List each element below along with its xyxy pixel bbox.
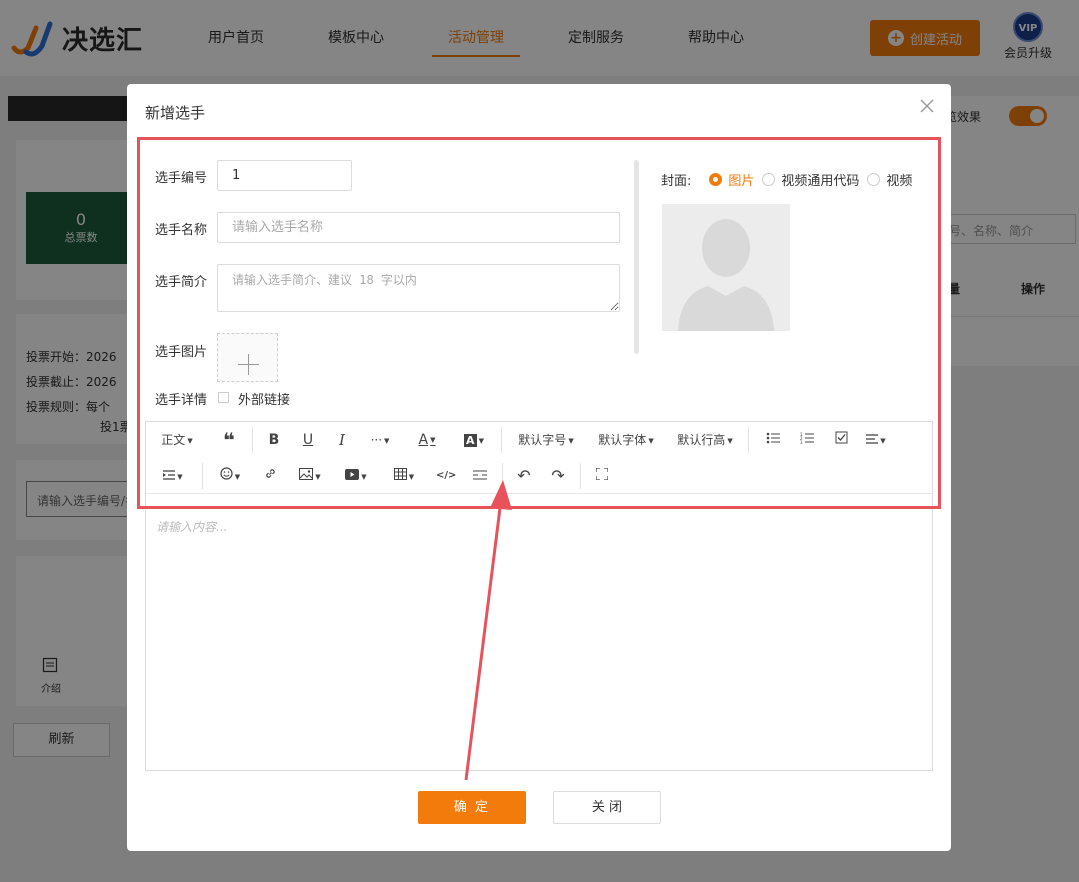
- paragraph-format-label: 正文: [161, 433, 186, 447]
- toolbar-separator: [501, 427, 502, 453]
- toolbar-separator: [502, 463, 503, 489]
- toolbar-separator: [252, 427, 253, 453]
- font-size-dropdown[interactable]: 默认字号 ▼: [516, 423, 576, 457]
- align-dropdown-icon[interactable]: ▼: [862, 423, 890, 457]
- paragraph-format-dropdown[interactable]: 正文 ▼: [156, 423, 198, 457]
- image-insert-icon[interactable]: ▼: [296, 459, 324, 493]
- more-styles-dropdown[interactable]: ··· ▼: [366, 423, 394, 457]
- player-name-input[interactable]: [217, 212, 620, 243]
- cover-option-image-label: 图片: [728, 174, 755, 189]
- player-name-label: 选手名称: [155, 223, 208, 238]
- cover-option-video[interactable]: 视频: [867, 170, 912, 189]
- code-icon[interactable]: </>: [436, 459, 456, 493]
- link-icon[interactable]: [260, 459, 280, 493]
- toolbar-separator: [748, 427, 749, 453]
- player-number-label: 选手编号: [155, 171, 208, 186]
- redo-icon[interactable]: ↷: [548, 459, 568, 493]
- indent-dropdown-icon[interactable]: ▼: [158, 459, 188, 493]
- cover-option-video-label: 视频: [886, 174, 913, 189]
- player-number-input[interactable]: [217, 160, 352, 191]
- editor-content-area[interactable]: 请输入内容...: [156, 518, 227, 535]
- radio-checked-icon: [709, 173, 723, 186]
- toolbar-separator: [580, 463, 581, 489]
- italic-icon[interactable]: I: [332, 423, 352, 457]
- table-insert-icon[interactable]: ▼: [390, 459, 418, 493]
- close-icon[interactable]: [919, 98, 935, 114]
- line-height-dropdown[interactable]: 默认行高 ▼: [675, 423, 735, 457]
- undo-icon[interactable]: ↶: [514, 459, 534, 493]
- emoji-icon[interactable]: ▼: [216, 459, 244, 493]
- rich-text-editor: 正文 ▼ ❝ B U I ··· ▼ A ▼ A ▼ 默认字号 ▼ 默认字体 ▼ 默认行高 ▼…: [145, 421, 933, 771]
- external-link-label: 外部链接: [238, 393, 291, 408]
- close-button[interactable]: 关 闭: [553, 791, 661, 824]
- confirm-button[interactable]: 确 定: [418, 791, 526, 824]
- font-family-label: 默认字体: [598, 433, 647, 447]
- image-upload-button[interactable]: [217, 333, 278, 382]
- editor-toolbar: 正文 ▼ ❝ B U I ··· ▼ A ▼ A ▼ 默认字号 ▼ 默认字体 ▼ 默认行高 ▼…: [146, 422, 932, 494]
- dialog-title: 新增选手: [145, 104, 206, 122]
- cover-option-image[interactable]: 图片: [709, 170, 754, 189]
- player-detail-label: 选手详情: [155, 393, 208, 408]
- font-size-label: 默认字号: [518, 433, 567, 447]
- font-color-icon[interactable]: A ▼: [414, 423, 440, 457]
- svg-text:3: 3: [800, 440, 803, 444]
- font-family-dropdown[interactable]: 默认字体 ▼: [596, 423, 656, 457]
- player-image-label: 选手图片: [155, 345, 208, 360]
- radio-unchecked-icon: [867, 173, 881, 186]
- cover-label: 封面:: [661, 174, 692, 189]
- avatar-placeholder-icon: [678, 219, 774, 331]
- background-color-icon[interactable]: A ▼: [460, 423, 488, 457]
- more-styles-label: ···: [370, 433, 383, 447]
- cover-option-video-code-label: 视频通用代码: [781, 174, 860, 189]
- numbered-list-icon[interactable]: 123: [797, 423, 817, 457]
- form-scrollbar[interactable]: [634, 160, 639, 354]
- bold-icon[interactable]: B: [264, 423, 284, 457]
- cover-type-radio-group: 封面: 图片 视频通用代码 视频: [661, 170, 920, 189]
- divider-icon[interactable]: [470, 459, 490, 493]
- player-intro-label: 选手简介: [155, 275, 208, 290]
- toolbar-separator: [202, 463, 203, 489]
- cover-option-video-code[interactable]: 视频通用代码: [762, 170, 859, 189]
- line-height-label: 默认行高: [677, 433, 726, 447]
- bulleted-list-icon[interactable]: [763, 423, 783, 457]
- quote-icon[interactable]: ❝: [218, 423, 240, 457]
- player-intro-textarea[interactable]: [217, 264, 620, 312]
- fullscreen-icon[interactable]: [592, 459, 612, 493]
- external-link-checkbox[interactable]: [218, 392, 229, 403]
- underline-icon[interactable]: U: [298, 423, 318, 457]
- cover-preview-avatar[interactable]: [662, 204, 790, 331]
- todo-checkbox-icon[interactable]: [831, 423, 851, 457]
- add-player-dialog: 新增选手 选手编号 选手名称 选手简介 选手图片 选手详情 外部链接 封面: 图…: [127, 84, 951, 851]
- radio-unchecked-icon: [762, 173, 776, 186]
- video-insert-icon[interactable]: ▼: [342, 459, 370, 493]
